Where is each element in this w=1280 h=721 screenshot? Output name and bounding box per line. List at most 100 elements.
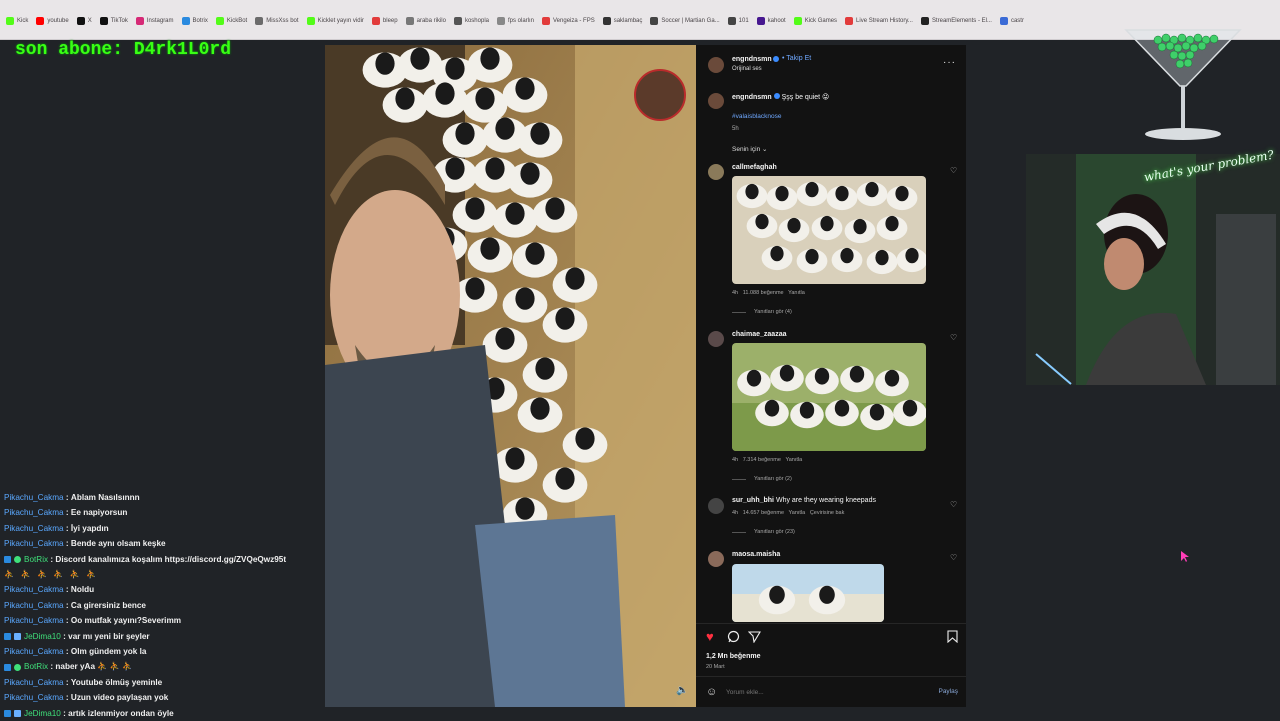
chat-username[interactable]: Pikachu_Cakma xyxy=(4,598,64,613)
comment-like-icon[interactable]: ♡ xyxy=(950,500,958,509)
commenter-avatar[interactable] xyxy=(708,331,724,347)
bookmark-item[interactable]: Kicklet yayın vidir xyxy=(303,14,368,28)
chat-username[interactable]: Pikachu_Cakma xyxy=(4,536,64,551)
hashtag-link[interactable]: #valaisblacknose xyxy=(732,113,782,120)
bookmark-label: StreamElements - El... xyxy=(931,18,992,24)
bookmark-item[interactable]: saklambaç xyxy=(599,14,647,28)
chat-text: Noldu xyxy=(70,585,95,595)
comment-likes[interactable]: 11.088 beğenme xyxy=(743,290,784,296)
comment-gif[interactable] xyxy=(732,343,926,451)
bookmark-item[interactable]: araba rikilo xyxy=(402,14,450,28)
comment-likes[interactable]: 7.314 beğenme xyxy=(743,457,781,463)
comment-gif[interactable] xyxy=(732,564,884,622)
commenter-avatar[interactable] xyxy=(708,551,724,567)
bookmark-item[interactable]: Botrix xyxy=(178,14,212,28)
bookmark-item[interactable]: StreamElements - El... xyxy=(917,14,996,28)
bookmark-item[interactable]: Vengeiza - FPS xyxy=(538,14,599,28)
chat-message: Pikachu_Cakma : Ca girersiniz bence xyxy=(0,598,320,613)
bookmark-item[interactable]: koshopla xyxy=(450,14,493,28)
comment-username[interactable]: sur_uhh_bhi xyxy=(732,497,774,504)
commenter-avatar[interactable] xyxy=(708,498,724,514)
comment-username[interactable]: chaimae_zaazaa xyxy=(732,331,786,338)
author-username[interactable]: engndnsmn xyxy=(732,56,772,63)
bookmark-item[interactable]: X xyxy=(73,14,96,28)
likes-count[interactable]: 1,2 Mn beğenme xyxy=(706,653,760,660)
comment-gif[interactable] xyxy=(732,176,926,284)
bookmarks-row: Kick youtube X TikTok Instagram Botrix KickBot… xyxy=(2,14,1028,28)
comment-like-icon[interactable]: ♡ xyxy=(950,333,958,342)
caption-author-avatar[interactable] xyxy=(708,93,724,109)
comment-reply-button[interactable]: Yanıtla xyxy=(788,290,805,296)
bookmark-icon[interactable] xyxy=(947,630,958,643)
bookmark-item[interactable]: 101 xyxy=(724,14,753,28)
view-replies-button[interactable]: Yanıtları gör (2) xyxy=(732,476,792,482)
bookmark-label: Instagram xyxy=(146,18,174,24)
follow-link[interactable]: • Takip Et xyxy=(782,55,811,62)
emoji-icon[interactable]: ☺ xyxy=(706,686,717,698)
bookmark-favicon-icon xyxy=(371,17,380,25)
bookmark-item[interactable]: Kick Games xyxy=(790,14,841,28)
more-icon[interactable]: ··· xyxy=(943,57,956,68)
comment-reply-button[interactable]: Yanıtla xyxy=(789,510,806,516)
bookmark-item[interactable]: bleep xyxy=(368,14,402,28)
share-icon[interactable] xyxy=(748,630,761,643)
reel-video[interactable]: 🔈 xyxy=(325,45,696,707)
comment-input[interactable] xyxy=(726,686,916,698)
comment-sort-dropdown[interactable]: Senin için ⌄ xyxy=(732,145,767,153)
chat-username[interactable]: Pikachu_Cakma xyxy=(4,521,64,536)
comment-username[interactable]: maosa.maisha xyxy=(732,551,780,558)
commenter-avatar[interactable] xyxy=(708,164,724,180)
chat-username[interactable]: Pikachu_Cakma xyxy=(4,690,64,705)
bookmark-item[interactable]: MissXss bot xyxy=(251,14,302,28)
comment-icon[interactable] xyxy=(727,630,740,643)
like-heart-icon[interactable]: ♥ xyxy=(706,629,714,644)
sheep-head xyxy=(853,218,867,235)
bookmark-item[interactable]: Kick xyxy=(2,14,32,28)
bookmark-item[interactable]: KickBot xyxy=(212,14,251,28)
bookmark-item[interactable]: castr xyxy=(996,14,1028,28)
bookmark-label: 101 xyxy=(738,18,749,24)
translate-button[interactable]: Çevirisine bak xyxy=(810,510,845,516)
comment-like-icon[interactable]: ♡ xyxy=(950,553,958,562)
mute-icon[interactable]: 🔈 xyxy=(676,685,688,697)
chat-username[interactable]: BotRix xyxy=(24,659,48,674)
bookmark-item[interactable]: TikTok xyxy=(96,14,132,28)
author-avatar[interactable] xyxy=(708,57,724,73)
bookmark-item[interactable]: youtube xyxy=(32,14,72,28)
sheep-head xyxy=(465,277,485,300)
chat-username[interactable]: Pikachu_Cakma xyxy=(4,644,64,659)
chat-text: Youtube ölmüş yeminle xyxy=(70,677,163,687)
view-replies-button[interactable]: Yanıtları gör (23) xyxy=(732,529,795,535)
comment-likes[interactable]: 14.657 beğenme xyxy=(743,510,784,516)
comment-like-icon[interactable]: ♡ xyxy=(950,166,958,175)
chat-username[interactable]: JeDima10 xyxy=(24,629,61,644)
bookmark-item[interactable]: fps olarlın xyxy=(493,14,538,28)
last-subscriber-overlay: son abone: D4rk1L0rd xyxy=(15,40,232,60)
bookmark-item[interactable]: Live Stream History... xyxy=(841,14,917,28)
chat-username[interactable]: Pikachu_Cakma xyxy=(4,490,64,505)
sheep-head xyxy=(787,217,801,234)
audio-label[interactable]: Orijinal ses xyxy=(732,66,762,72)
sheep-head xyxy=(535,357,555,380)
chat-text: İyi yapdın xyxy=(70,523,109,533)
post-comment-button[interactable]: Paylaş xyxy=(938,688,958,695)
chat-username[interactable]: BotRix xyxy=(24,552,48,567)
bookmark-item[interactable]: Soccer | Martian Ga... xyxy=(646,14,723,28)
comment-username[interactable]: callmefaghah xyxy=(732,164,777,171)
chat-username[interactable]: JeDima10 xyxy=(24,706,61,721)
view-replies-button[interactable]: Yanıtları gör (4) xyxy=(732,309,792,315)
chat-username[interactable]: Pikachu_Cakma xyxy=(4,613,64,628)
bookmark-item[interactable]: kahoot xyxy=(753,14,790,28)
chat-username[interactable]: Pikachu_Cakma xyxy=(4,505,64,520)
chat-text: Bende aynı olsam keşke xyxy=(70,539,166,549)
bookmark-label: koshopla xyxy=(464,18,489,24)
chat-username[interactable]: Pikachu_Cakma xyxy=(4,582,64,597)
bookmark-item[interactable]: Instagram xyxy=(132,14,178,28)
chat-text: var mı yeni bir şeyler xyxy=(68,631,150,641)
caption-username[interactable]: engndnsmn xyxy=(732,94,772,101)
chat-username[interactable]: Pikachu_Cakma xyxy=(4,675,64,690)
comment-reply-button[interactable]: Yanıtla xyxy=(785,457,802,463)
bookmark-favicon-icon xyxy=(215,17,224,25)
sheep-gif-image xyxy=(732,176,926,284)
sheep-head xyxy=(530,122,550,145)
